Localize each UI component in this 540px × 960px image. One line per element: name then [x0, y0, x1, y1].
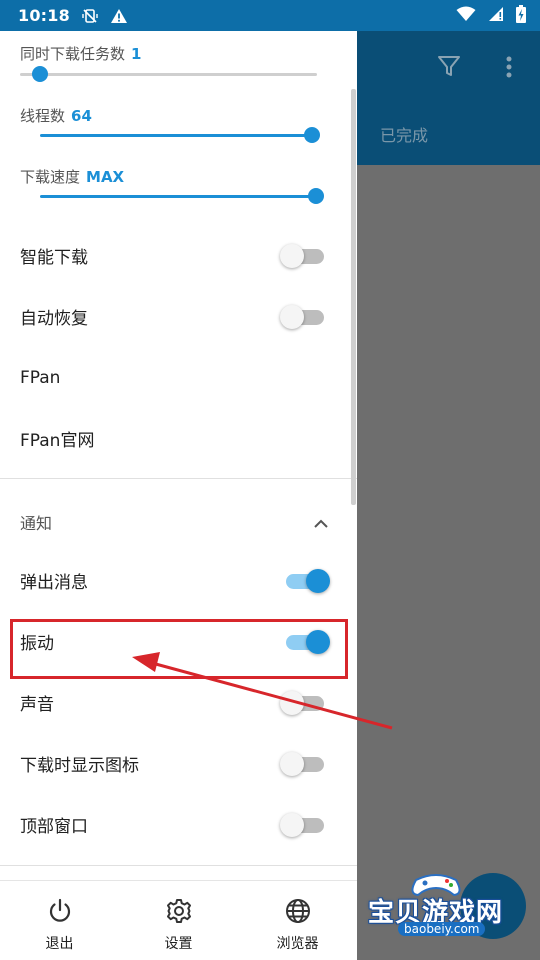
more-vert-icon[interactable] — [501, 54, 517, 80]
slider-concurrent-tasks: 同时下载任务数 1 — [20, 43, 340, 64]
setting-show-icon-while-downloading[interactable]: 下载时显示图标 — [0, 733, 357, 794]
chevron-up-icon[interactable] — [313, 514, 329, 528]
nav-browser[interactable]: 浏览器 — [238, 881, 357, 960]
nav-settings[interactable]: 设置 — [119, 881, 238, 960]
warning-icon — [110, 8, 128, 24]
slider-track[interactable] — [40, 134, 317, 137]
tab-completed[interactable]: 已完成 — [380, 122, 428, 146]
slider-value: 64 — [71, 107, 92, 125]
setting-fpan[interactable]: FPan — [0, 347, 357, 408]
slider-value: MAX — [86, 168, 125, 186]
slider-track[interactable] — [20, 73, 317, 76]
gear-icon — [165, 897, 193, 925]
status-bar: 10:18 — [0, 0, 540, 31]
slider-thumb[interactable] — [308, 188, 324, 204]
scrim[interactable] — [357, 165, 540, 960]
slider-threads: 线程数 64 — [20, 105, 340, 126]
signal-icon — [488, 6, 504, 26]
setting-label: 智能下载 — [20, 248, 88, 268]
slider-label: 同时下载任务数 1 — [20, 45, 142, 63]
setting-label: 下载时显示图标 — [20, 756, 139, 776]
nav-label: 浏览器 — [276, 936, 319, 952]
power-icon — [46, 897, 74, 925]
slider-label: 线程数 64 — [20, 107, 92, 125]
show-icon-toggle[interactable] — [280, 752, 326, 776]
slider-download-speed: 下载速度 MAX — [20, 166, 340, 187]
setting-label: 顶部窗口 — [20, 817, 88, 837]
slider-track[interactable] — [40, 195, 317, 198]
setting-label: 声音 — [20, 695, 54, 715]
setting-smart-download[interactable]: 智能下载 — [0, 225, 357, 286]
top-window-toggle[interactable] — [280, 813, 326, 837]
slider-label: 下载速度 MAX — [20, 168, 125, 186]
divider — [0, 478, 357, 479]
popup-message-toggle[interactable] — [280, 569, 330, 593]
status-time: 10:18 — [18, 6, 70, 25]
setting-auto-resume[interactable]: 自动恢复 — [0, 286, 357, 347]
annotation-highlight-box — [10, 619, 348, 679]
smart-download-toggle[interactable] — [280, 244, 326, 268]
filter-icon[interactable] — [436, 53, 462, 79]
slider-thumb[interactable] — [304, 127, 320, 143]
globe-icon — [284, 897, 312, 925]
sound-toggle[interactable] — [280, 691, 326, 715]
battery-icon — [516, 4, 526, 27]
setting-label: FPan官网 — [20, 431, 95, 451]
setting-popup-message[interactable]: 弹出消息 — [0, 550, 357, 611]
setting-top-window[interactable]: 顶部窗口 — [0, 794, 357, 855]
nav-label: 设置 — [164, 936, 193, 952]
nav-label: 退出 — [45, 936, 74, 952]
bottom-nav: 退出 设置 浏览器 — [0, 880, 357, 960]
divider — [0, 865, 357, 866]
vibrate-mute-icon — [82, 8, 98, 24]
watermark-url: baobeiy.com — [398, 922, 486, 936]
watermark-logo: 宝贝游戏网 baobeiy.com — [362, 868, 512, 946]
setting-label: FPan — [20, 367, 61, 388]
setting-label: 自动恢复 — [20, 309, 88, 329]
settings-drawer: 同时下载任务数 1 线程数 64 下载速度 MAX 智能下载 自动恢复 FPan FP… — [0, 31, 357, 960]
slider-value: 1 — [131, 45, 142, 63]
setting-label: 弹出消息 — [20, 573, 88, 593]
scrollbar[interactable] — [351, 89, 356, 505]
wifi-icon — [456, 6, 476, 26]
nav-exit[interactable]: 退出 — [0, 881, 119, 960]
slider-thumb[interactable] — [32, 66, 48, 82]
setting-sound[interactable]: 声音 — [0, 672, 357, 733]
section-title-notification: 通知 — [20, 514, 53, 533]
auto-resume-toggle[interactable] — [280, 305, 326, 329]
setting-fpan-website[interactable]: FPan官网 — [0, 408, 357, 469]
